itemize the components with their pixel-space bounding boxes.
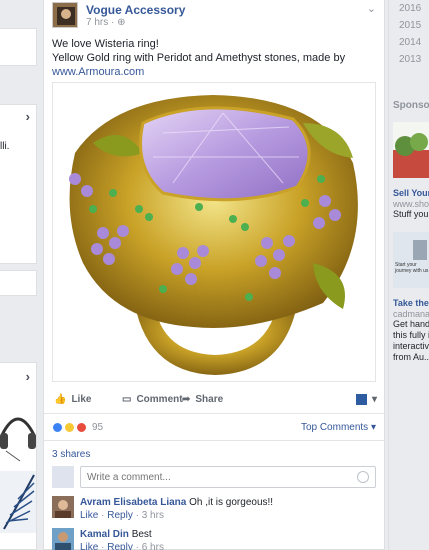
chevron-right-icon[interactable]: › [26,369,30,384]
year-link[interactable]: 2015 [399,17,429,34]
comment-icon: ▭ [122,394,132,405]
ad-2-title[interactable]: Take the A [393,298,429,308]
comment-body: Avram Elisabeta Liana Oh ,it is gorgeous… [80,496,273,509]
ad-2-url[interactable]: cadmanag [393,309,429,319]
comment-time[interactable]: 3 hrs [142,510,164,521]
globe-icon: ⊕ [117,17,126,28]
comment-button[interactable]: ▭ Comment [122,394,183,405]
timeline-years: 2016 2015 2014 2013 [399,0,429,68]
comment-input[interactable] [81,467,351,488]
ad-1-image[interactable] [393,122,429,178]
ad-1-url[interactable]: www.shop [393,199,429,209]
share-button[interactable]: ➦ Share [182,394,223,405]
sponsored-heading: Sponsore [393,100,429,111]
wow-reaction-icon [64,422,75,433]
shares-link[interactable]: 3 shares [52,449,90,460]
like-button[interactable]: 👍 Like [54,394,91,405]
ad-2-description-line: this fully in [393,330,429,340]
ad-2-description-line: from Au... [393,352,429,362]
page-avatar-small-icon [356,394,367,405]
post-text: We love Wisteria ring! Yellow Gold ring … [52,37,382,79]
divider [44,413,386,414]
camera-icon[interactable] [357,471,369,483]
feather-thumbnail[interactable] [0,471,36,533]
ad-2-description-line: interactive [393,341,429,351]
commenter-avatar[interactable] [52,496,74,518]
post-options-chevron-icon[interactable]: ⌄ [367,2,376,15]
year-link[interactable]: 2014 [399,34,429,51]
ad-1-title[interactable]: Sell Your C [393,188,429,198]
like-label: Like [71,394,92,405]
left-card-snippet: lli. [0,141,10,152]
comment-like-link[interactable]: Like [80,510,98,521]
top-comments-label: Top Comments [300,422,369,433]
share-icon: ➦ [182,394,191,405]
comment-meta: Like · Reply · 6 hrs [80,542,164,550]
left-card-4: › [0,362,37,550]
commenter-avatar[interactable] [52,528,74,550]
ad-2-banner-text: Start your journey with us [395,262,428,274]
left-column: › lli. › [0,0,37,550]
ad-1-description: Stuff your c [393,209,429,219]
thumbs-up-icon: 👍 [54,394,67,405]
ad-2-person-figure [413,240,427,260]
left-card-3 [0,270,37,296]
comment-text: Oh ,it is gorgeous!! [189,497,274,508]
ad-2-image[interactable]: Start your journey with us [393,232,429,288]
post-text-line-2: Yellow Gold ring with Peridot and Amethy… [52,52,346,64]
comment-label: Comment [136,394,183,405]
share-label: Share [195,394,224,405]
post-timestamp[interactable]: 7 hrs · ⊕ [86,17,126,28]
feed-post: Vogue Accessory 7 hrs · ⊕ ⌄ We love Wist… [43,0,386,550]
comment-meta: Like · Reply · 3 hrs [80,510,164,521]
ring-photo [53,83,375,381]
comment-reply-link[interactable]: Reply [107,510,133,521]
comment-reply-link[interactable]: Reply [107,542,133,550]
ad-2-banner-line-2: journey with us [395,268,429,274]
current-user-avatar [52,466,74,488]
reaction-count: 95 [92,422,104,433]
like-reaction-icon [52,422,63,433]
top-comments-dropdown[interactable]: Top Comments ▾ [301,422,376,433]
love-reaction-icon [76,422,87,433]
post-text-line-1: We love Wisteria ring! [52,38,159,50]
year-link[interactable]: 2016 [399,0,429,17]
comment-like-link[interactable]: Like [80,542,98,550]
ad-2-description-line: Get hands [393,319,429,329]
chevron-right-icon[interactable]: › [26,109,30,124]
post-photo[interactable] [52,82,376,382]
caret-down-icon: ▾ [372,394,378,405]
commenter-name[interactable]: Avram Elisabeta Liana [80,497,186,508]
post-time-text: 7 hrs · [86,17,118,28]
year-link[interactable]: 2013 [399,51,429,68]
comment-field[interactable] [80,466,376,488]
reactions-summary[interactable]: 95 [52,422,103,433]
divider [44,440,386,441]
comment-body: Kamal Din Best [80,528,152,541]
comment-text: Best [131,529,152,540]
left-card-1 [0,28,37,66]
left-card-2: › lli. [0,104,37,264]
right-column-divider [388,0,389,550]
post-actions: 👍 Like ▭ Comment ➦ Share ▾ [52,392,378,410]
page-avatar[interactable] [52,2,78,28]
headphones-thumbnail[interactable] [0,395,36,465]
post-link[interactable]: www.Armoura.com [52,65,382,79]
audience-selector[interactable]: ▾ [356,394,377,405]
page-name-link[interactable]: Vogue Accessory [86,3,185,17]
commenter-name[interactable]: Kamal Din [80,529,129,540]
comment-time[interactable]: 6 hrs [142,542,164,550]
